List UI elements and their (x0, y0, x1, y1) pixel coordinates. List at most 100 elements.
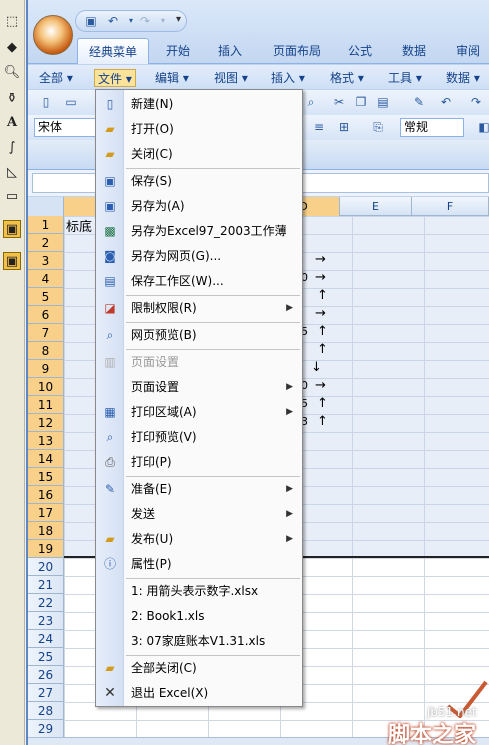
menu-item-close[interactable]: ▰ 关闭(C) (96, 143, 302, 165)
paste-icon[interactable]: ▤ (375, 94, 391, 110)
column-header-f[interactable]: F (412, 197, 489, 216)
row-header[interactable]: 4 (28, 270, 64, 288)
menu-item-open[interactable]: ▰ 打开(O) (96, 118, 302, 140)
undo-dropdown-icon[interactable]: ▾ (124, 14, 138, 28)
menu-item-restrict-permission[interactable]: ◪ 限制权限(R) ▶ (96, 297, 302, 319)
cut-icon[interactable]: ✂ (331, 94, 347, 110)
redo-icon[interactable]: ↷ (138, 14, 152, 28)
redo-icon[interactable]: ↷ (468, 94, 484, 110)
row-header[interactable]: 20 (28, 558, 64, 576)
row-header[interactable]: 19 (28, 540, 64, 558)
row-header[interactable]: 13 (28, 432, 64, 450)
tab-review[interactable]: 审阅 (448, 38, 488, 64)
row-header[interactable]: 23 (28, 612, 64, 630)
menu-item-recent-2[interactable]: 2: Book1.xls (96, 605, 302, 627)
row-header[interactable]: 28 (28, 702, 64, 720)
menu-item-print[interactable]: ⎙ 打印(P) (96, 451, 302, 473)
menu-file[interactable]: 文件 ▾ (94, 69, 136, 87)
menu-item-publish[interactable]: ▰ 发布(U) ▶ (96, 528, 302, 550)
menu-item-save-workspace[interactable]: ▤ 保存工作区(W)... (96, 270, 302, 292)
row-header[interactable]: 25 (28, 648, 64, 666)
select-all-corner[interactable] (28, 197, 64, 216)
row-header[interactable]: 2 (28, 234, 64, 252)
select-objects-icon[interactable]: ⬚ (3, 12, 21, 30)
zoom-icon[interactable]: 🔍︎ (3, 63, 21, 81)
save-icon[interactable]: ▣ (84, 14, 98, 28)
tab-classic-menu[interactable]: 经典菜单 (77, 38, 149, 64)
undo-icon[interactable]: ↶ (106, 14, 120, 28)
menu-item-recent-1[interactable]: 1: 用箭头表示数字.xlsx (96, 580, 302, 602)
new-icon[interactable]: ▯ (38, 94, 54, 110)
undo-icon[interactable]: ↶ (438, 94, 454, 110)
row-header[interactable]: 3 (28, 252, 64, 270)
row-header[interactable]: 12 (28, 414, 64, 432)
style-select[interactable]: 常规 (400, 118, 464, 137)
menu-item-send[interactable]: 发送 ▶ (96, 503, 302, 525)
row-header[interactable]: 7 (28, 324, 64, 342)
menu-item-exit[interactable]: ✕ 退出 Excel(X) (96, 682, 302, 704)
open-icon[interactable]: ▭ (63, 94, 79, 110)
merge-cells-icon[interactable]: ⊞ (336, 119, 352, 135)
tab-page-layout[interactable]: 页面布局 (266, 38, 328, 64)
row-header[interactable]: 17 (28, 504, 64, 522)
text-icon[interactable]: A (3, 113, 21, 131)
row-header[interactable]: 6 (28, 306, 64, 324)
column-header-e[interactable]: E (340, 197, 412, 216)
row-header[interactable]: 5 (28, 288, 64, 306)
menu-item-print-area[interactable]: ▦ 打印区域(A) ▶ (96, 401, 302, 423)
menu-item-web-preview[interactable]: ⌕ 网页预览(B) (96, 324, 302, 346)
shape-icon[interactable]: ◺ (3, 163, 21, 181)
row-header[interactable]: 11 (28, 396, 64, 414)
row-header[interactable]: 29 (28, 720, 64, 738)
row-header[interactable]: 18 (28, 522, 64, 540)
menu-item-page-setup[interactable]: 页面设置 ▶ (96, 376, 302, 398)
menu-tools[interactable]: 工具 ▾ (388, 69, 422, 87)
row-header[interactable]: 10 (28, 378, 64, 396)
row-header[interactable]: 16 (28, 486, 64, 504)
row-header[interactable]: 24 (28, 630, 64, 648)
menu-item-save-as-97[interactable]: ▩ 另存为Excel97_2003工作薄 (96, 220, 302, 242)
menu-item-recent-3[interactable]: 3: 07家庭账本V1.31.xls (96, 630, 302, 652)
menu-item-prepare[interactable]: ✎ 准备(E) ▶ (96, 478, 302, 500)
align-right-icon[interactable]: ≡ (311, 119, 327, 135)
menu-view[interactable]: 视图 ▾ (214, 69, 248, 87)
menu-all[interactable]: 全部 ▾ (39, 69, 73, 87)
menu-item-close-all[interactable]: ▰ 全部关闭(C) (96, 657, 302, 679)
menu-item-properties[interactable]: ⓘ 属性(P) (96, 553, 302, 575)
wrap-text-icon[interactable]: ⎘ (370, 119, 386, 135)
row-header[interactable]: 8 (28, 342, 64, 360)
row-header[interactable]: 22 (28, 594, 64, 612)
line-icon[interactable]: ∫ (3, 138, 21, 156)
tab-insert[interactable]: 插入 (210, 38, 250, 64)
menu-item-save-as-web[interactable]: ◙ 另存为网页(G)... (96, 245, 302, 267)
format-painter-icon[interactable]: ✎ (411, 94, 427, 110)
menu-format[interactable]: 格式 ▾ (330, 69, 364, 87)
row-header[interactable]: 14 (28, 450, 64, 468)
menu-data[interactable]: 数据 ▾ (446, 69, 480, 87)
zoom-icon[interactable]: ⌕ (303, 94, 319, 110)
bold-icon[interactable]: ◧ (476, 119, 489, 135)
paint-icon[interactable]: ⚱ (3, 89, 21, 107)
copy-icon[interactable]: ❐ (353, 94, 369, 110)
menu-edit[interactable]: 编辑 ▾ (155, 69, 189, 87)
row-header[interactable]: 15 (28, 468, 64, 486)
ungroup-icon[interactable]: ▣ (3, 252, 21, 270)
menu-item-save-as[interactable]: ▣ 另存为(A) (96, 195, 302, 217)
font-name-select[interactable]: 宋体 (34, 118, 96, 137)
tab-formulas[interactable]: 公式 (340, 38, 380, 64)
tab-home[interactable]: 开始 (158, 38, 198, 64)
row-header[interactable]: 21 (28, 576, 64, 594)
row-header[interactable]: 26 (28, 666, 64, 684)
tab-data[interactable]: 数据 (394, 38, 434, 64)
menu-item-print-preview[interactable]: ⌕ 打印预览(V) (96, 426, 302, 448)
menu-item-save[interactable]: ▣ 保存(S) (96, 170, 302, 192)
row-header[interactable]: 1 (28, 216, 64, 234)
customize-qat-icon[interactable]: ▾ (176, 14, 181, 25)
fill-color-icon[interactable]: ◆ (3, 38, 21, 56)
menu-insert[interactable]: 插入 ▾ (271, 69, 305, 87)
menu-item-new[interactable]: ▯ 新建(N) (96, 93, 302, 115)
row-header[interactable]: 27 (28, 684, 64, 702)
office-button[interactable] (33, 15, 73, 55)
group-icon[interactable]: ▣ (3, 220, 21, 238)
redo-dropdown-icon[interactable]: ▾ (156, 14, 170, 28)
